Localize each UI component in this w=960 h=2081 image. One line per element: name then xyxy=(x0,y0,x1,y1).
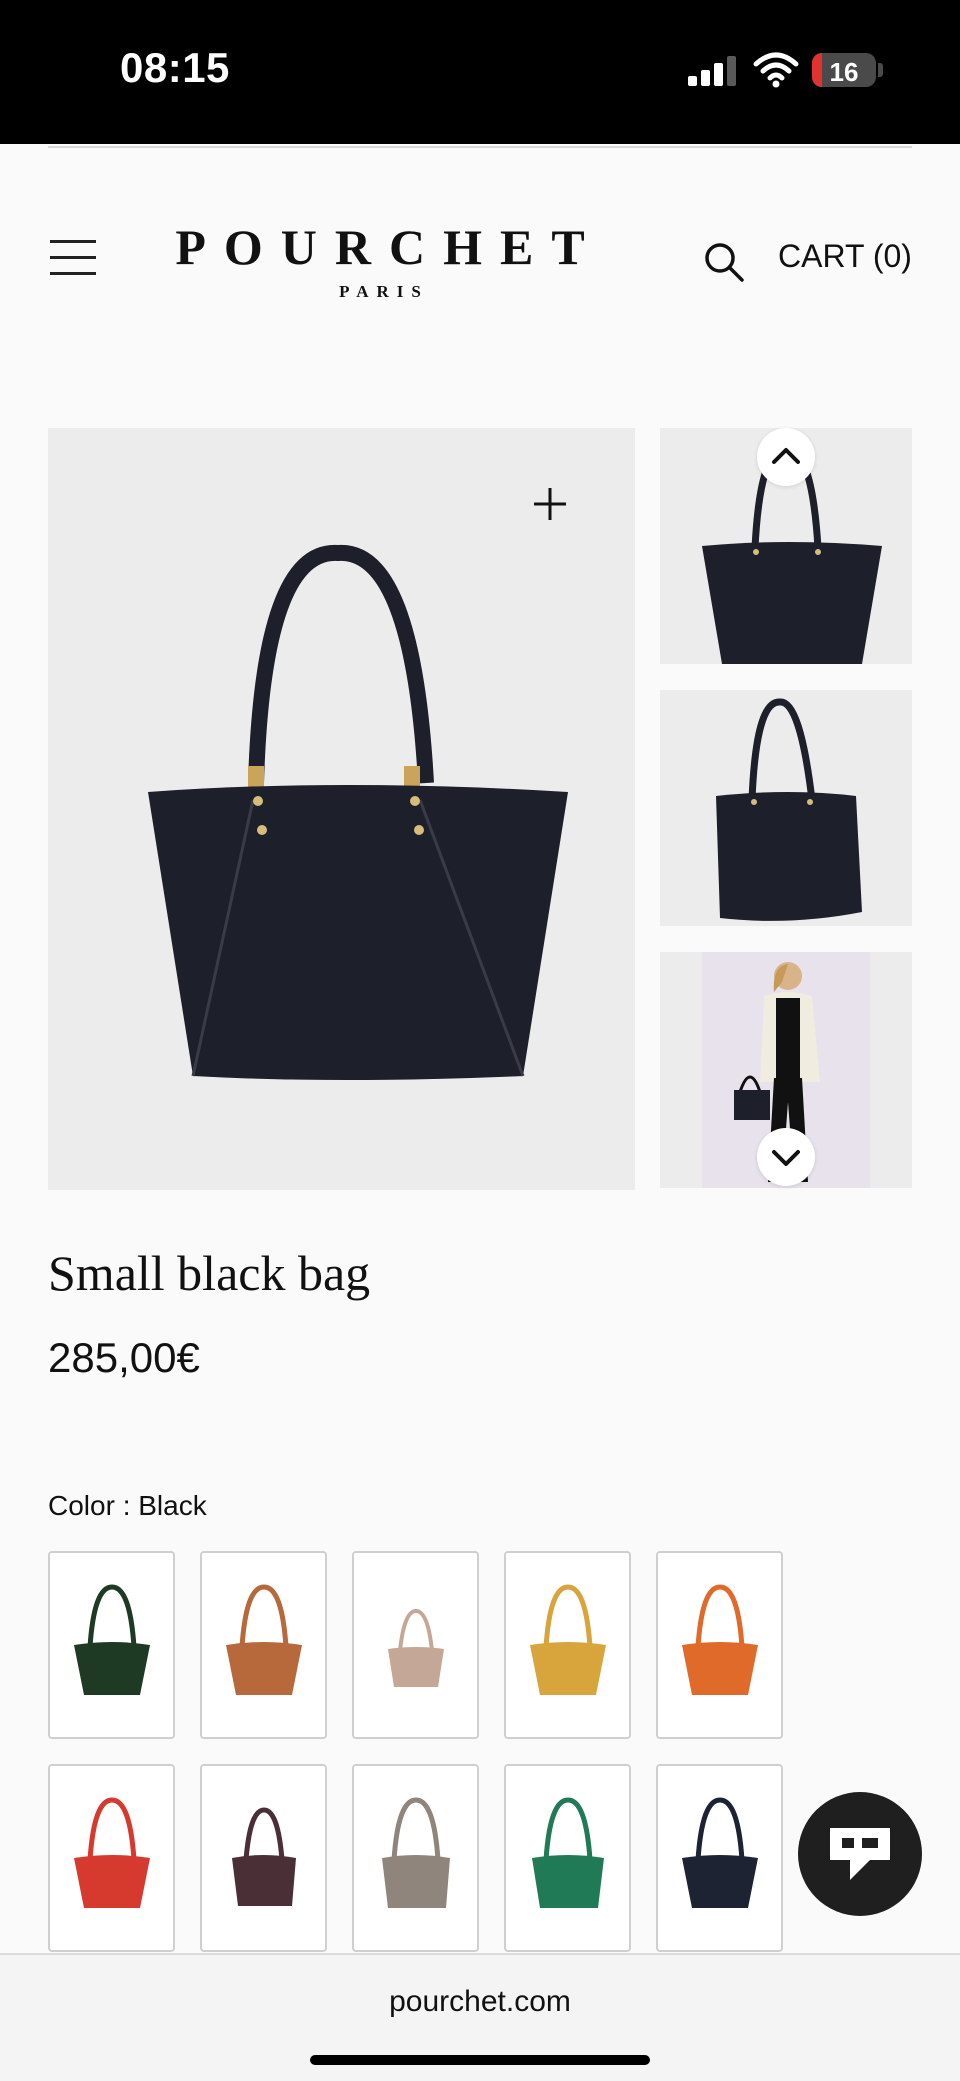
signal-icon xyxy=(688,56,736,86)
color-swatch[interactable] xyxy=(352,1551,479,1739)
color-swatch[interactable] xyxy=(504,1764,631,1952)
color-swatch[interactable] xyxy=(656,1764,783,1952)
chevron-down-icon[interactable] xyxy=(757,1128,815,1186)
main-product-image[interactable] xyxy=(48,428,635,1190)
battery-icon: 16 xyxy=(812,53,876,87)
chat-button[interactable] xyxy=(798,1792,922,1916)
home-indicator[interactable] xyxy=(310,2055,650,2065)
color-label: Color : Black xyxy=(48,1490,207,1521)
battery-level: 16 xyxy=(829,57,859,87)
color-swatch[interactable] xyxy=(200,1764,327,1952)
wifi-icon xyxy=(752,50,800,88)
header-divider xyxy=(48,146,912,148)
product-price: 285,00€ xyxy=(48,1334,200,1381)
chevron-up-icon[interactable] xyxy=(757,428,815,486)
brand-subtitle: PARIS xyxy=(339,282,429,301)
product-title: Small black bag xyxy=(48,1245,371,1301)
url-domain[interactable]: pourchet.com xyxy=(0,1985,960,2019)
color-swatch[interactable] xyxy=(352,1764,479,1952)
battery-tip xyxy=(878,63,883,77)
browser-bottom-bar: pourchet.com xyxy=(0,1953,960,2081)
status-bar: 08:15 16 xyxy=(0,0,960,144)
brand-name: POURCHET xyxy=(175,219,603,275)
color-swatch[interactable] xyxy=(48,1551,175,1739)
cart-link[interactable]: CART (0) xyxy=(778,238,912,275)
chat-icon xyxy=(830,1828,890,1880)
thumbnail-side[interactable] xyxy=(660,690,912,926)
plus-icon[interactable] xyxy=(530,484,570,524)
status-time: 08:15 xyxy=(120,44,230,91)
color-swatch[interactable] xyxy=(200,1551,327,1739)
menu-button[interactable] xyxy=(50,240,96,276)
brand-logo[interactable]: POURCHET PARIS xyxy=(140,218,620,302)
color-swatch[interactable] xyxy=(656,1551,783,1739)
search-icon[interactable] xyxy=(700,238,748,286)
color-swatch[interactable] xyxy=(48,1764,175,1952)
color-swatch[interactable] xyxy=(504,1551,631,1739)
